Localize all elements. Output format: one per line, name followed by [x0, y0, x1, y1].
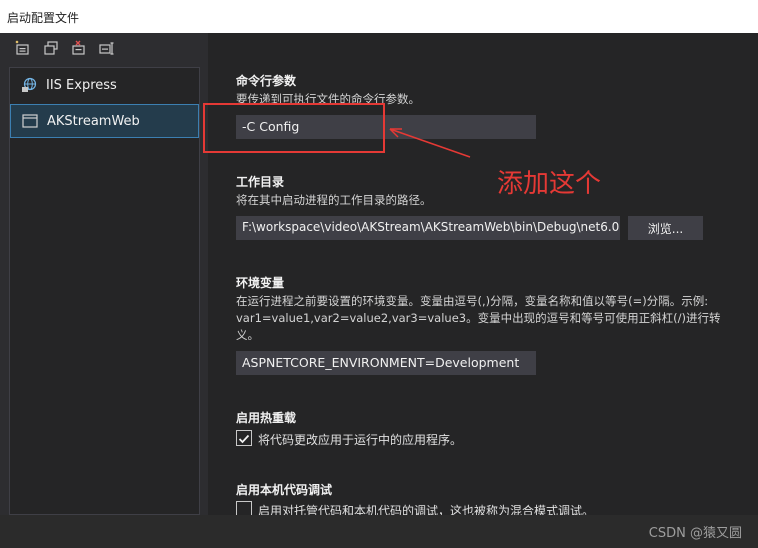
env-vars-input[interactable]: ASPNETCORE_ENVIRONMENT=Development [236, 351, 536, 375]
hot-reload-checkbox[interactable] [236, 430, 252, 446]
checkmark-icon [238, 434, 250, 444]
profile-toolbar [14, 40, 116, 56]
annotation-arrow-icon [389, 128, 471, 158]
cmd-args-title: 命令行参数 [236, 74, 297, 88]
globe-icon [22, 77, 37, 92]
profile-item-akstreamweb[interactable]: AKStreamWeb [10, 104, 199, 138]
native-debug-title: 启用本机代码调试 [236, 483, 333, 497]
new-profile-icon[interactable] [14, 40, 32, 56]
profile-label: IIS Express [46, 77, 117, 93]
sidebar: IIS Express AKStreamWeb [0, 33, 208, 515]
bottom-bar [0, 515, 758, 548]
profile-list: IIS Express AKStreamWeb [9, 67, 200, 515]
working-dir-title: 工作目录 [236, 175, 285, 189]
hot-reload-title: 启用热重载 [236, 411, 297, 425]
profile-item-iis-express[interactable]: IIS Express [10, 68, 199, 102]
annotation-highlight-box [203, 103, 385, 153]
env-vars-title: 环境变量 [236, 276, 285, 290]
env-vars-desc-line1: 在运行进程之前要设置的环境变量。变量由逗号(,)分隔，变量名称和值以等号(=)分… [236, 294, 709, 308]
working-dir-desc: 将在其中启动进程的工作目录的路径。 [236, 193, 432, 207]
window-icon [22, 114, 38, 128]
copy-profile-icon[interactable] [42, 40, 60, 56]
watermark: CSDN @猿又圆 [648, 526, 742, 541]
browse-button[interactable]: 浏览... [628, 216, 703, 240]
working-dir-input[interactable]: F:\workspace\video\AKStream\AKStreamWeb\… [236, 216, 620, 240]
window-title: 启动配置文件 [7, 11, 80, 25]
env-vars-desc-line2: var1=value1,var2=value2,var3=value3。变量中出… [236, 311, 721, 325]
env-vars-desc-line3: 义。 [236, 328, 259, 342]
window-title-bar: 启动配置文件 [0, 0, 758, 33]
annotation-text: 添加这个 [497, 169, 602, 199]
hot-reload-label: 将代码更改应用于运行中的应用程序。 [258, 433, 463, 447]
delete-profile-icon[interactable] [70, 40, 88, 56]
rename-profile-icon[interactable] [98, 40, 116, 56]
profile-label: AKStreamWeb [47, 113, 140, 129]
